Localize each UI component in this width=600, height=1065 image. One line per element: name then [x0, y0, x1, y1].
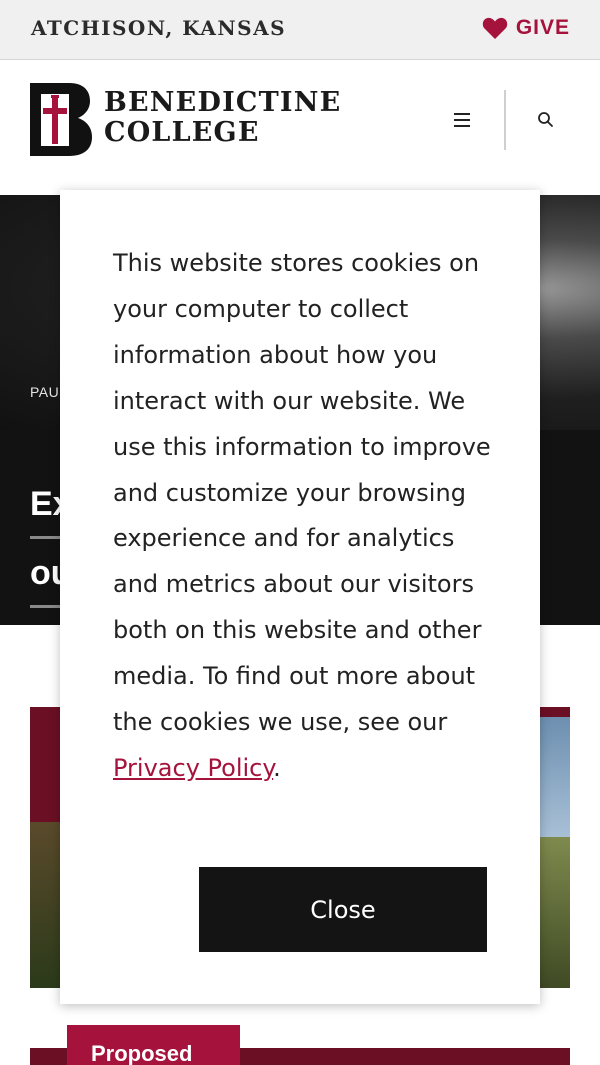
card-image-left-edge: [30, 822, 60, 988]
give-link[interactable]: GIVE: [482, 16, 570, 40]
heart-icon: [482, 17, 507, 39]
proposed-tag[interactable]: Proposed: [67, 1025, 240, 1065]
top-utility-bar: ATCHISON, KANSAS GIVE: [0, 0, 600, 60]
site-header: BENEDICTINE COLLEGE: [0, 60, 600, 195]
search-icon[interactable]: [534, 108, 558, 132]
location-label: ATCHISON, KANSAS: [31, 16, 287, 40]
cookie-notice-body: This website stores cookies on your comp…: [113, 249, 491, 737]
close-button[interactable]: Close: [199, 867, 487, 952]
give-label: GIVE: [515, 16, 570, 39]
benedictine-logo-icon[interactable]: [29, 82, 93, 157]
card-image-sky: [535, 717, 570, 837]
wordmark-line-2: COLLEGE: [104, 117, 260, 148]
cookie-notice-period: .: [273, 753, 281, 782]
wordmark-line-1: BENEDICTINE: [104, 87, 342, 118]
hero-breadcrumb[interactable]: PAU: [30, 384, 59, 400]
hamburger-menu-icon[interactable]: [447, 106, 477, 134]
cookie-consent-modal: This website stores cookies on your comp…: [60, 190, 540, 1004]
header-divider: [504, 90, 506, 150]
card-image-landscape: [535, 837, 570, 988]
college-wordmark[interactable]: BENEDICTINE COLLEGE: [104, 88, 341, 148]
privacy-policy-link[interactable]: Privacy Policy: [113, 754, 273, 782]
cookie-notice-text: This website stores cookies on your comp…: [113, 241, 503, 792]
